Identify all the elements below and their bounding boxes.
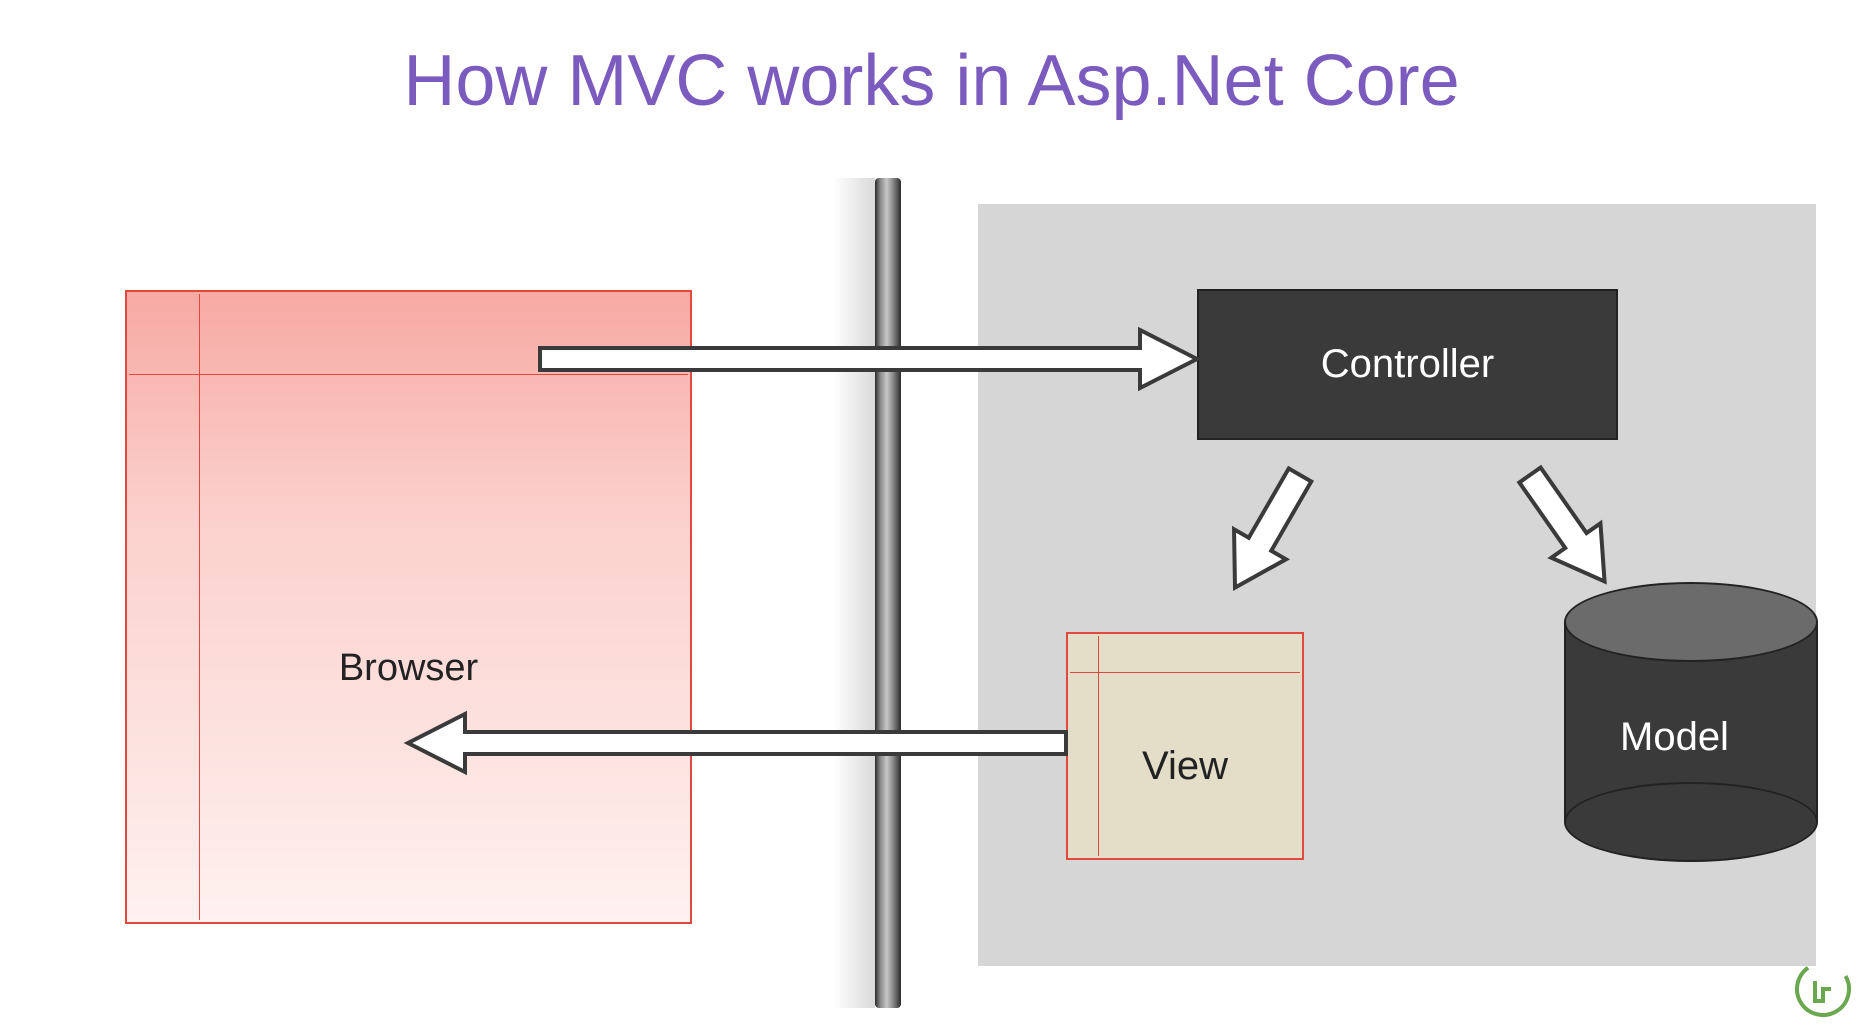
- view-node: View: [1066, 632, 1304, 860]
- browser-frame-line-h: [129, 374, 688, 375]
- view-label: View: [1068, 744, 1302, 789]
- browser-node: Browser: [125, 290, 692, 924]
- browser-frame-line-v: [199, 294, 200, 920]
- browser-label: Browser: [127, 647, 690, 690]
- model-cylinder-top: [1564, 582, 1818, 662]
- divider-bar: [875, 178, 901, 1008]
- diagram-title: How MVC works in Asp.Net Core: [403, 40, 1459, 122]
- brand-logo-icon: [1795, 961, 1851, 1017]
- controller-node: Controller: [1197, 289, 1618, 440]
- controller-label: Controller: [1321, 342, 1494, 387]
- view-frame-line-h: [1070, 672, 1300, 673]
- model-cylinder-bottom: [1564, 782, 1818, 862]
- model-label: Model: [1620, 715, 1729, 760]
- divider-shadow: [833, 178, 875, 1008]
